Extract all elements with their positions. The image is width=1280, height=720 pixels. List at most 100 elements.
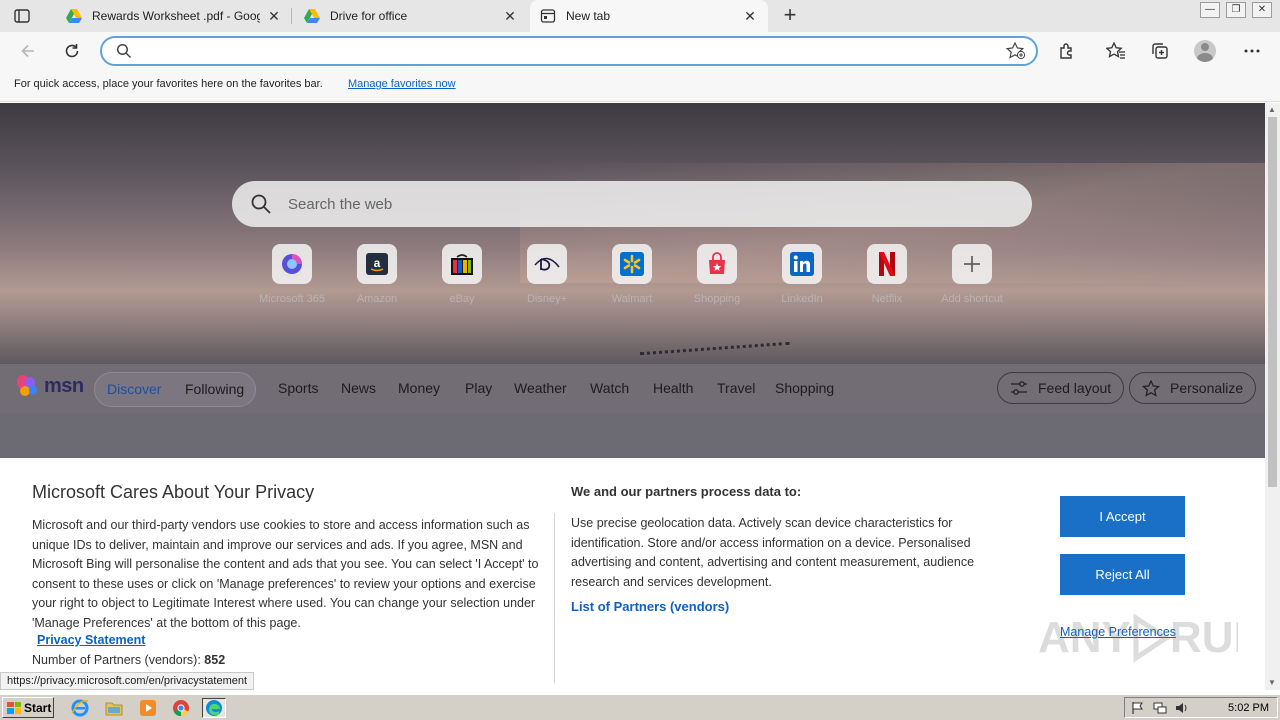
shortcut-disney-plus[interactable]: Disney+	[505, 244, 589, 305]
scroll-up-arrow-icon[interactable]: ▲	[1268, 105, 1276, 114]
shortcut-label: LinkedIn	[781, 293, 823, 305]
partners-count-label: Number of Partners (vendors):	[32, 653, 201, 667]
nav-weather[interactable]: Weather	[514, 380, 567, 396]
add-favorite-star-icon[interactable]	[1005, 41, 1026, 65]
window-controls: — ❐ ✕	[1200, 2, 1272, 18]
partners-count-value: 852	[204, 653, 226, 667]
scrollbar-thumb[interactable]	[1268, 117, 1277, 487]
favorites-icon[interactable]	[1104, 39, 1128, 63]
list-of-partners-link[interactable]: List of Partners (vendors)	[571, 599, 729, 614]
nav-play[interactable]: Play	[465, 380, 492, 396]
privacy-body-text: Microsoft and our third-party vendors us…	[32, 518, 539, 630]
tab-following[interactable]: Following	[185, 381, 244, 397]
linkedin-icon	[782, 244, 822, 284]
extensions-puzzle-icon[interactable]	[1055, 39, 1079, 63]
tab-new-tab[interactable]: New tab ✕	[530, 0, 768, 32]
personalize-button[interactable]: Personalize	[1129, 372, 1257, 404]
personalize-star-icon	[1142, 379, 1160, 397]
tab-title: Rewards Worksheet .pdf - Goog	[92, 9, 260, 23]
msn-logo[interactable]: msn	[16, 374, 84, 398]
nav-money[interactable]: Money	[398, 380, 440, 396]
manage-favorites-link[interactable]: Manage favorites now	[348, 78, 456, 90]
divider	[554, 513, 555, 683]
profile-avatar[interactable]	[1194, 40, 1216, 62]
amazon-icon: a	[357, 244, 397, 284]
shortcut-ebay[interactable]: eBay	[420, 244, 504, 305]
nav-health[interactable]: Health	[653, 380, 693, 396]
page-scrollbar[interactable]: ▲ ▼	[1265, 103, 1280, 690]
reject-all-button[interactable]: Reject All	[1060, 554, 1185, 595]
browser-toolbar	[0, 32, 1280, 70]
action-center-flag-icon[interactable]	[1131, 701, 1145, 715]
windows-taskbar: Start 5:02 PM	[0, 694, 1280, 720]
collections-icon[interactable]	[1148, 39, 1172, 63]
start-label: Start	[24, 700, 52, 715]
new-tab-page: Microsoft 365 a Amazon eBay Disney+ Walm…	[0, 103, 1265, 690]
search-icon	[116, 43, 132, 64]
svg-text:RUN: RUN	[1170, 613, 1238, 662]
google-drive-icon	[66, 8, 82, 24]
privacy-consent-banner: Microsoft Cares About Your Privacy Micro…	[0, 458, 1265, 690]
shortcut-microsoft-365[interactable]: Microsoft 365	[250, 244, 334, 305]
sliders-icon	[1011, 381, 1027, 395]
shortcut-shopping[interactable]: Shopping	[675, 244, 759, 305]
privacy-title: Microsoft Cares About Your Privacy	[32, 482, 315, 502]
nav-news[interactable]: News	[341, 380, 376, 396]
tab-drive-for-office[interactable]: Drive for office ✕	[294, 0, 528, 32]
feed-layout-label: Feed layout	[1038, 380, 1112, 396]
close-window-button[interactable]: ✕	[1252, 2, 1272, 18]
internet-explorer-icon[interactable]	[68, 698, 92, 718]
tab-title: Drive for office	[330, 9, 408, 23]
tab-actions-icon[interactable]	[8, 6, 36, 26]
web-search-input[interactable]	[288, 194, 988, 214]
tab-strip: Rewards Worksheet .pdf - Goog ✕ Drive fo…	[0, 0, 1280, 32]
tab-discover[interactable]: Discover	[107, 381, 161, 397]
restore-button[interactable]: ❐	[1226, 2, 1246, 18]
shortcut-netflix[interactable]: Netflix	[845, 244, 929, 305]
shortcut-walmart[interactable]: Walmart	[590, 244, 674, 305]
edge-icon[interactable]	[202, 698, 226, 718]
web-search-box[interactable]	[232, 181, 1032, 227]
disney-plus-icon	[527, 244, 567, 284]
accept-button[interactable]: I Accept	[1060, 496, 1185, 537]
chrome-icon[interactable]	[169, 698, 193, 718]
anyrun-watermark-logo: ANY RUN	[1038, 613, 1238, 663]
new-tab-page-icon	[540, 8, 556, 24]
shortcut-amazon[interactable]: a Amazon	[335, 244, 419, 305]
media-player-icon[interactable]	[136, 698, 160, 718]
back-arrow-icon[interactable]	[16, 39, 40, 63]
more-options-icon[interactable]	[1240, 39, 1264, 63]
nav-watch[interactable]: Watch	[590, 380, 629, 396]
close-icon[interactable]: ✕	[502, 8, 518, 24]
close-icon[interactable]: ✕	[742, 8, 758, 24]
clock: 5:02 PM	[1228, 702, 1269, 714]
add-shortcut-button[interactable]: Add shortcut	[930, 244, 1014, 305]
file-explorer-icon[interactable]	[102, 698, 126, 718]
network-icon[interactable]	[1153, 701, 1167, 715]
privacy-statement-link[interactable]: Privacy Statement	[37, 633, 145, 647]
close-icon[interactable]: ✕	[266, 8, 282, 24]
link-status-url: https://privacy.microsoft.com/en/privacy…	[0, 672, 255, 690]
new-tab-button[interactable]: +	[778, 4, 802, 28]
refresh-icon[interactable]	[60, 39, 84, 63]
windows-flag-icon	[7, 701, 21, 714]
start-button[interactable]: Start	[2, 697, 54, 718]
shortcut-label: Netflix	[871, 293, 903, 305]
volume-icon[interactable]	[1175, 701, 1189, 715]
address-input[interactable]	[140, 42, 1000, 60]
tab-separator	[291, 8, 292, 24]
nav-travel[interactable]: Travel	[717, 380, 755, 396]
address-bar[interactable]	[100, 36, 1038, 66]
plus-icon	[952, 244, 992, 284]
feed-layout-button[interactable]: Feed layout	[997, 372, 1125, 404]
ebay-icon	[442, 244, 482, 284]
nav-sports[interactable]: Sports	[278, 380, 318, 396]
nav-shopping[interactable]: Shopping	[775, 380, 834, 396]
favorites-bar-message: For quick access, place your favorites h…	[14, 78, 323, 90]
scroll-down-arrow-icon[interactable]: ▼	[1268, 678, 1276, 687]
msn-navigation-bar: msn Discover Following Sports News Money…	[0, 364, 1265, 414]
tab-rewards-worksheet[interactable]: Rewards Worksheet .pdf - Goog ✕	[56, 0, 292, 32]
shortcut-label: Add shortcut	[941, 293, 1003, 305]
shortcut-linkedin[interactable]: LinkedIn	[760, 244, 844, 305]
minimize-button[interactable]: —	[1200, 2, 1220, 18]
